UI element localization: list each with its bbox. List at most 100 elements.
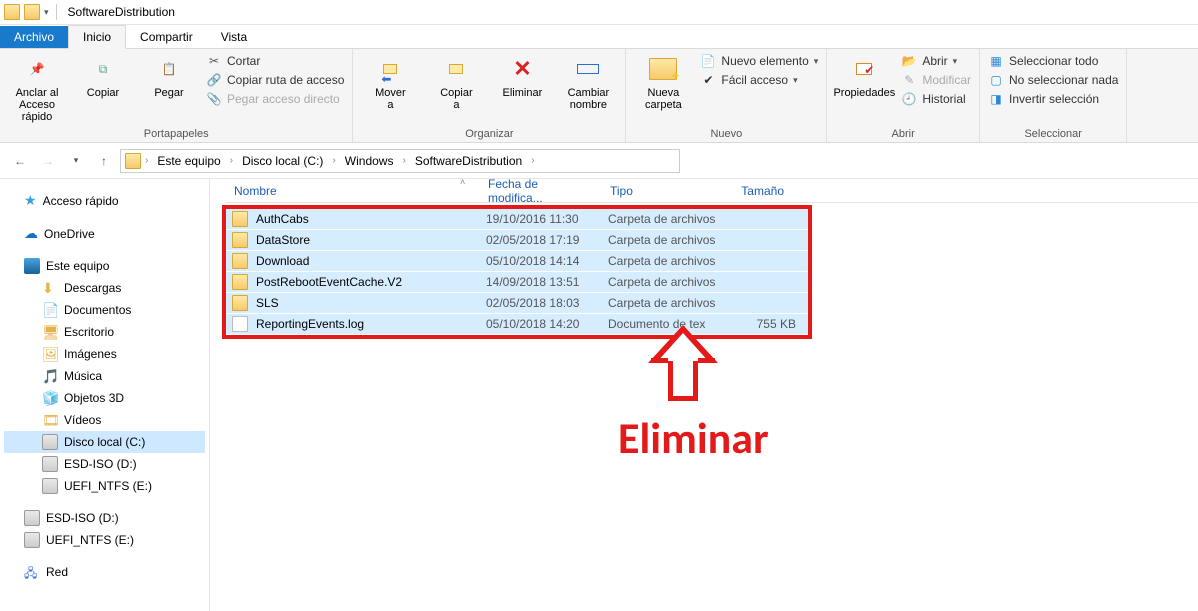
- forward-button[interactable]: →: [36, 149, 60, 173]
- tree-item[interactable]: UEFI_NTFS (E:): [4, 475, 205, 497]
- invert-selection-icon: ◨: [988, 91, 1004, 107]
- crumb-windows[interactable]: Windows: [340, 152, 399, 170]
- file-row[interactable]: DataStore02/05/2018 17:19Carpeta de arch…: [226, 230, 808, 251]
- group-clipboard: 📌 Anclar al Acceso rápido ⧉ Copiar 📋 Peg…: [0, 49, 353, 142]
- tree-item[interactable]: UEFI_NTFS (E:): [4, 529, 205, 551]
- group-clipboard-label: Portapapeles: [8, 128, 344, 140]
- new-item-button[interactable]: 📄Nuevo elemento ▾: [700, 53, 818, 69]
- paste-button[interactable]: 📋 Pegar: [140, 53, 198, 99]
- back-button[interactable]: ←: [8, 149, 32, 173]
- tree-item[interactable]: 🧊Objetos 3D: [4, 387, 205, 409]
- qat-dropdown-icon[interactable]: ▾: [44, 7, 49, 18]
- crumb-pc[interactable]: Este equipo: [152, 152, 225, 170]
- crumb-current[interactable]: SoftwareDistribution: [410, 152, 527, 170]
- folder-icon: 📄: [42, 302, 58, 318]
- easy-access-button[interactable]: ✔Fácil acceso ▾: [700, 72, 818, 88]
- app-folder-icon: [4, 4, 20, 20]
- chevron-down-icon: ▾: [953, 56, 958, 67]
- file-row[interactable]: SLS02/05/2018 18:03Carpeta de archivos: [226, 293, 808, 314]
- chevron-right-icon[interactable]: ›: [228, 155, 235, 166]
- tree-network[interactable]: 🖧Red: [4, 561, 205, 583]
- tab-file[interactable]: Archivo: [0, 26, 68, 48]
- tab-share[interactable]: Compartir: [126, 26, 207, 48]
- tree-item[interactable]: 🎵Música: [4, 365, 205, 387]
- qat-folder-icon[interactable]: [24, 4, 40, 20]
- tree-item[interactable]: ESD-ISO (D:): [4, 453, 205, 475]
- tree-item[interactable]: ESD-ISO (D:): [4, 507, 205, 529]
- file-date: 19/10/2016 11:30: [486, 212, 608, 226]
- up-button[interactable]: ↑: [92, 149, 116, 173]
- scissors-icon: ✂: [206, 53, 222, 69]
- rename-icon: [572, 53, 604, 85]
- cut-button[interactable]: ✂Cortar: [206, 53, 344, 69]
- cloud-icon: ☁: [24, 225, 38, 242]
- file-name: DataStore: [256, 233, 486, 247]
- open-button[interactable]: 📂Abrir ▾: [901, 53, 971, 69]
- select-all-button[interactable]: ▦Seleccionar todo: [988, 53, 1118, 69]
- chevron-right-icon[interactable]: ›: [143, 155, 150, 166]
- navbar: ← → ▾ ↑ › Este equipo› Disco local (C:)›…: [0, 143, 1198, 179]
- chevron-right-icon[interactable]: ›: [400, 155, 407, 166]
- tree-item-label: Escritorio: [64, 325, 114, 339]
- pc-icon: [24, 258, 40, 274]
- file-date: 05/10/2018 14:20: [486, 317, 608, 331]
- chevron-right-icon[interactable]: ›: [529, 155, 536, 166]
- file-name: PostRebootEventCache.V2: [256, 275, 486, 289]
- pin-button[interactable]: 📌 Anclar al Acceso rápido: [8, 53, 66, 123]
- tree-item[interactable]: Disco local (C:): [4, 431, 205, 453]
- move-to-icon: ⬅: [374, 53, 406, 85]
- column-headers[interactable]: Nombre Fecha de modifica... Tipo Tamaño: [226, 179, 1198, 203]
- col-name[interactable]: Nombre: [226, 184, 480, 198]
- tree-item-label: Disco local (C:): [64, 435, 145, 449]
- paste-shortcut-button[interactable]: 📎Pegar acceso directo: [206, 91, 344, 107]
- rename-button[interactable]: Cambiar nombre: [559, 53, 617, 111]
- select-none-button[interactable]: ▢No seleccionar nada: [988, 72, 1118, 88]
- edit-button[interactable]: ✎Modificar: [901, 72, 971, 88]
- group-new-label: Nuevo: [634, 128, 818, 140]
- col-type[interactable]: Tipo: [602, 184, 722, 198]
- file-icon: [232, 316, 248, 332]
- group-select: ▦Seleccionar todo ▢No seleccionar nada ◨…: [980, 49, 1127, 142]
- history-button[interactable]: 🕘Historial: [901, 91, 971, 107]
- tree-item[interactable]: 📄Documentos: [4, 299, 205, 321]
- tab-home[interactable]: Inicio: [68, 25, 126, 49]
- tree-quick-access[interactable]: ★Acceso rápido: [4, 189, 205, 212]
- file-row[interactable]: AuthCabs19/10/2016 11:30Carpeta de archi…: [226, 209, 808, 230]
- history-icon: 🕘: [901, 91, 917, 107]
- col-date[interactable]: Fecha de modifica...: [480, 177, 602, 205]
- crumb-drive[interactable]: Disco local (C:): [237, 152, 328, 170]
- folder-icon: 🖼: [42, 346, 58, 362]
- easy-access-icon: ✔: [700, 72, 716, 88]
- chevron-down-icon: ▾: [793, 75, 798, 86]
- move-to-button[interactable]: ⬅Mover a: [361, 53, 419, 111]
- file-row[interactable]: Download05/10/2018 14:14Carpeta de archi…: [226, 251, 808, 272]
- group-new: ✦Nueva carpeta 📄Nuevo elemento ▾ ✔Fácil …: [626, 49, 827, 142]
- tree-item[interactable]: 🖥Escritorio: [4, 321, 205, 343]
- col-size[interactable]: Tamaño: [722, 184, 792, 198]
- properties-button[interactable]: ✔Propiedades: [835, 53, 893, 99]
- group-select-label: Seleccionar: [988, 128, 1118, 140]
- tree-item[interactable]: 🖼Imágenes: [4, 343, 205, 365]
- tree-item[interactable]: ⬇Descargas: [4, 277, 205, 299]
- file-row[interactable]: PostRebootEventCache.V214/09/2018 13:51C…: [226, 272, 808, 293]
- edit-icon: ✎: [901, 72, 917, 88]
- tree-this-pc[interactable]: Este equipo: [4, 255, 205, 277]
- tree-onedrive[interactable]: ☁OneDrive: [4, 222, 205, 245]
- recent-dropdown[interactable]: ▾: [64, 149, 88, 173]
- folder-icon: ⬇: [42, 280, 58, 296]
- file-type: Carpeta de archivos: [608, 296, 736, 310]
- chevron-right-icon[interactable]: ›: [330, 155, 337, 166]
- copy-to-button[interactable]: Copiar a: [427, 53, 485, 111]
- select-all-icon: ▦: [988, 53, 1004, 69]
- new-folder-button[interactable]: ✦Nueva carpeta: [634, 53, 692, 111]
- nav-tree[interactable]: ★Acceso rápido ☁OneDrive Este equipo ⬇De…: [0, 179, 210, 611]
- copy-button[interactable]: ⧉ Copiar: [74, 53, 132, 99]
- address-bar[interactable]: › Este equipo› Disco local (C:)› Windows…: [120, 149, 680, 173]
- delete-button[interactable]: ✕Eliminar: [493, 53, 551, 99]
- tree-item[interactable]: 🎞Vídeos: [4, 409, 205, 431]
- invert-selection-button[interactable]: ◨Invertir selección: [988, 91, 1118, 107]
- file-date: 02/05/2018 18:03: [486, 296, 608, 310]
- tab-view[interactable]: Vista: [207, 26, 261, 48]
- copy-path-button[interactable]: 🔗Copiar ruta de acceso: [206, 72, 344, 88]
- annotation-text: Eliminar: [618, 411, 769, 465]
